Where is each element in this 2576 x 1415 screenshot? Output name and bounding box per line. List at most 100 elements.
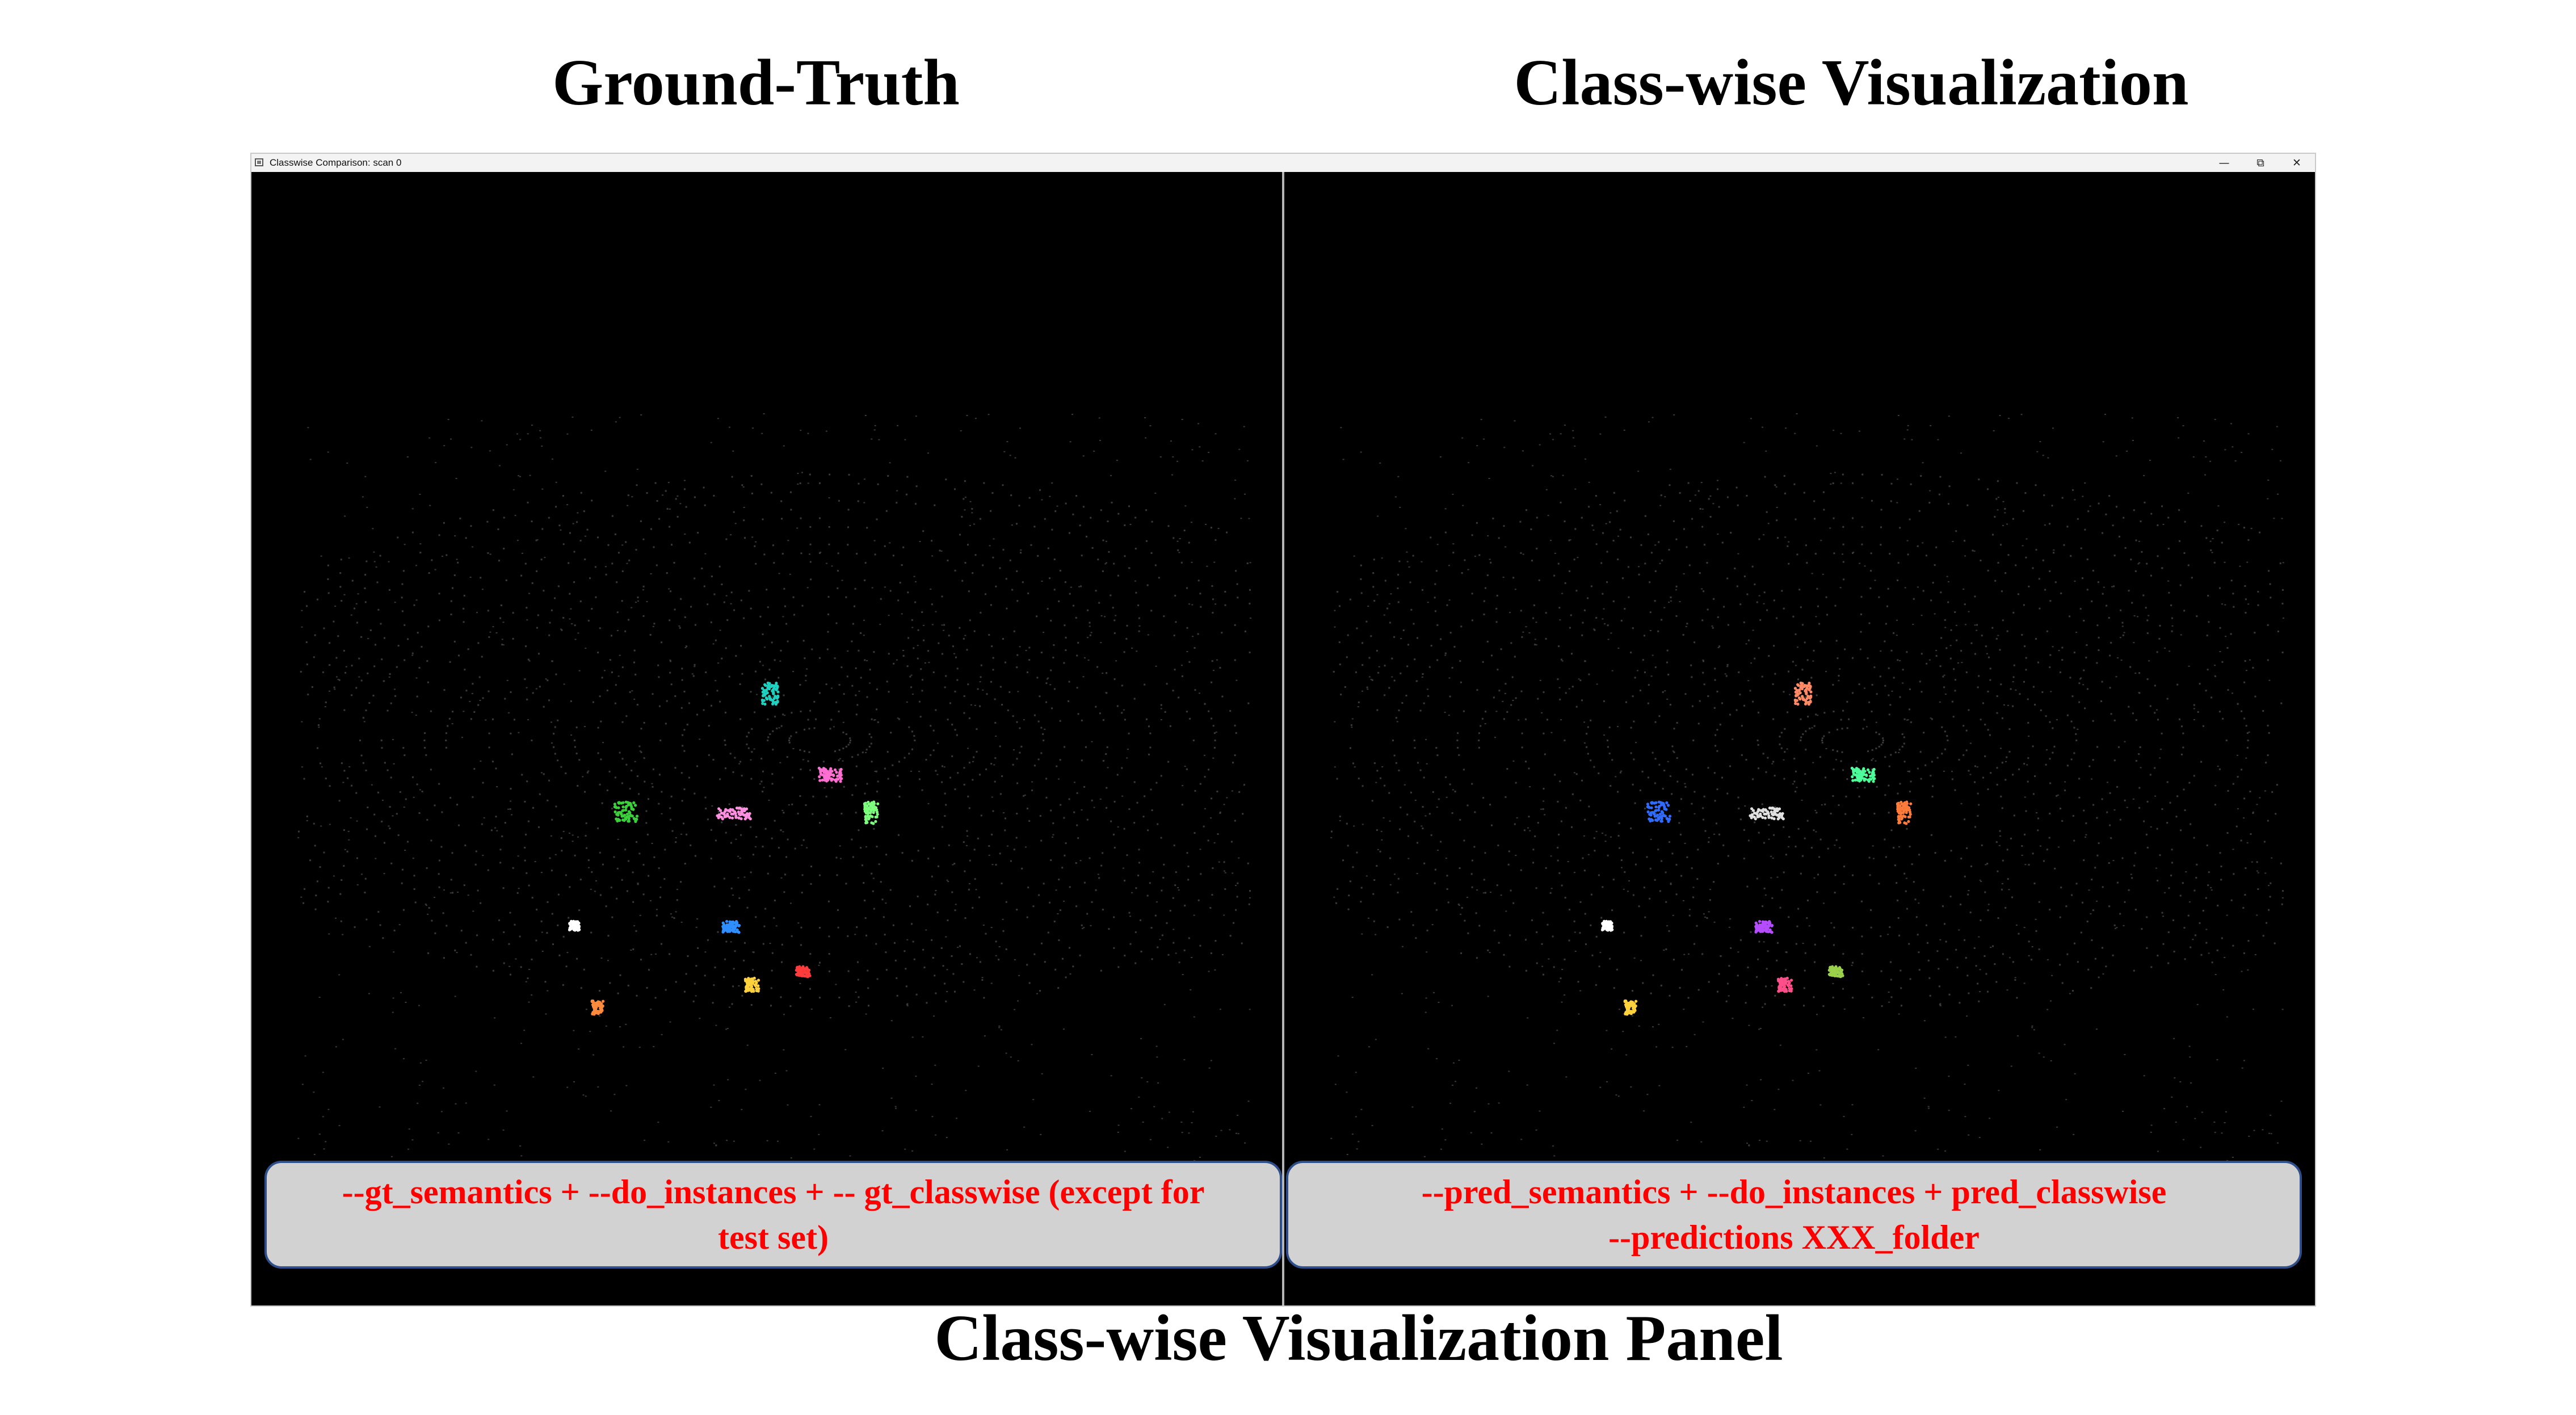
background-point — [783, 1049, 785, 1051]
background-point — [2023, 763, 2025, 765]
background-point — [776, 727, 778, 729]
close-button[interactable]: ✕ — [2279, 154, 2315, 172]
background-point — [487, 552, 489, 554]
background-point — [321, 766, 323, 768]
background-point — [1154, 564, 1157, 566]
background-point — [1400, 807, 1402, 809]
background-point — [585, 1009, 587, 1010]
classwise-viewport[interactable] — [1284, 172, 2315, 1305]
background-point — [1113, 846, 1116, 849]
background-point — [492, 626, 494, 628]
background-point — [818, 964, 820, 966]
background-point — [599, 695, 601, 698]
minimize-button[interactable]: — — [2206, 154, 2242, 172]
background-point — [2014, 979, 2016, 981]
background-point — [1502, 700, 1504, 702]
background-point — [2105, 965, 2107, 968]
background-point — [364, 476, 367, 477]
background-point — [2171, 862, 2173, 864]
background-point — [1842, 988, 1844, 990]
background-point — [1543, 691, 1545, 693]
background-point — [1746, 885, 1749, 888]
background-point — [1167, 525, 1170, 527]
background-point — [1417, 637, 1418, 639]
background-point — [1073, 811, 1075, 813]
background-point — [1436, 754, 1439, 757]
background-point — [1536, 548, 1538, 550]
window-titlebar[interactable]: Classwise Comparison: scan 0 — ⧉ ✕ — [251, 154, 2315, 173]
background-point — [670, 795, 673, 797]
background-point — [1965, 749, 1968, 751]
background-point — [1532, 617, 1535, 619]
background-point — [1069, 973, 1071, 975]
background-point — [380, 740, 383, 741]
background-point — [661, 494, 663, 496]
background-point — [579, 540, 582, 541]
background-point — [1471, 886, 1473, 888]
background-point — [1217, 833, 1219, 835]
background-point — [791, 935, 793, 937]
background-point — [998, 1025, 1001, 1027]
background-point — [931, 939, 933, 941]
background-point — [1756, 976, 1758, 978]
background-point — [1772, 761, 1775, 763]
background-point — [1182, 974, 1184, 975]
background-point — [1192, 636, 1194, 637]
background-point — [2246, 732, 2249, 734]
background-point — [2214, 804, 2216, 806]
background-point — [403, 807, 405, 808]
background-point — [1826, 614, 1828, 616]
background-point — [966, 830, 968, 832]
background-point — [549, 622, 551, 624]
background-point — [1174, 669, 1176, 671]
background-point — [1237, 1114, 1239, 1116]
background-point — [1063, 662, 1065, 664]
background-point — [739, 857, 741, 859]
background-point — [851, 685, 854, 687]
background-point — [1955, 679, 1956, 681]
background-point — [516, 892, 519, 894]
background-point — [1173, 929, 1175, 930]
background-point — [309, 459, 312, 460]
background-point — [2109, 687, 2111, 689]
background-point — [1006, 441, 1008, 443]
background-point — [783, 694, 785, 696]
background-point — [2077, 961, 2079, 963]
background-point — [574, 624, 576, 627]
ground-truth-instance-7 — [721, 919, 741, 934]
background-point — [1246, 460, 1249, 461]
background-point — [888, 691, 890, 693]
background-point — [1249, 589, 1251, 591]
background-point — [304, 888, 306, 890]
background-point — [1564, 958, 1566, 960]
background-point — [1399, 828, 1401, 830]
background-point — [327, 592, 330, 594]
restore-button[interactable]: ⧉ — [2242, 154, 2279, 172]
background-point — [908, 726, 910, 728]
background-point — [799, 982, 801, 984]
background-point — [856, 926, 858, 928]
background-point — [543, 706, 545, 708]
background-point — [1503, 525, 1505, 527]
background-point — [1177, 549, 1179, 551]
background-point — [297, 837, 300, 838]
ground-truth-instance-5 — [613, 800, 639, 823]
background-point — [931, 540, 933, 542]
instance-point — [634, 818, 637, 822]
ground-truth-viewport[interactable] — [251, 172, 1282, 1305]
background-point — [569, 593, 571, 595]
background-point — [1747, 967, 1749, 968]
background-point — [1630, 727, 1632, 729]
background-point — [690, 844, 692, 846]
background-point — [684, 646, 687, 648]
background-point — [1833, 552, 1835, 555]
background-point — [800, 430, 802, 431]
background-point — [1233, 922, 1235, 924]
background-point — [1112, 607, 1114, 609]
background-point — [441, 556, 443, 557]
background-point — [2025, 810, 2027, 812]
background-point — [2167, 931, 2170, 933]
background-point — [1460, 952, 1463, 954]
background-point — [1968, 770, 1970, 772]
background-point — [1662, 788, 1664, 790]
